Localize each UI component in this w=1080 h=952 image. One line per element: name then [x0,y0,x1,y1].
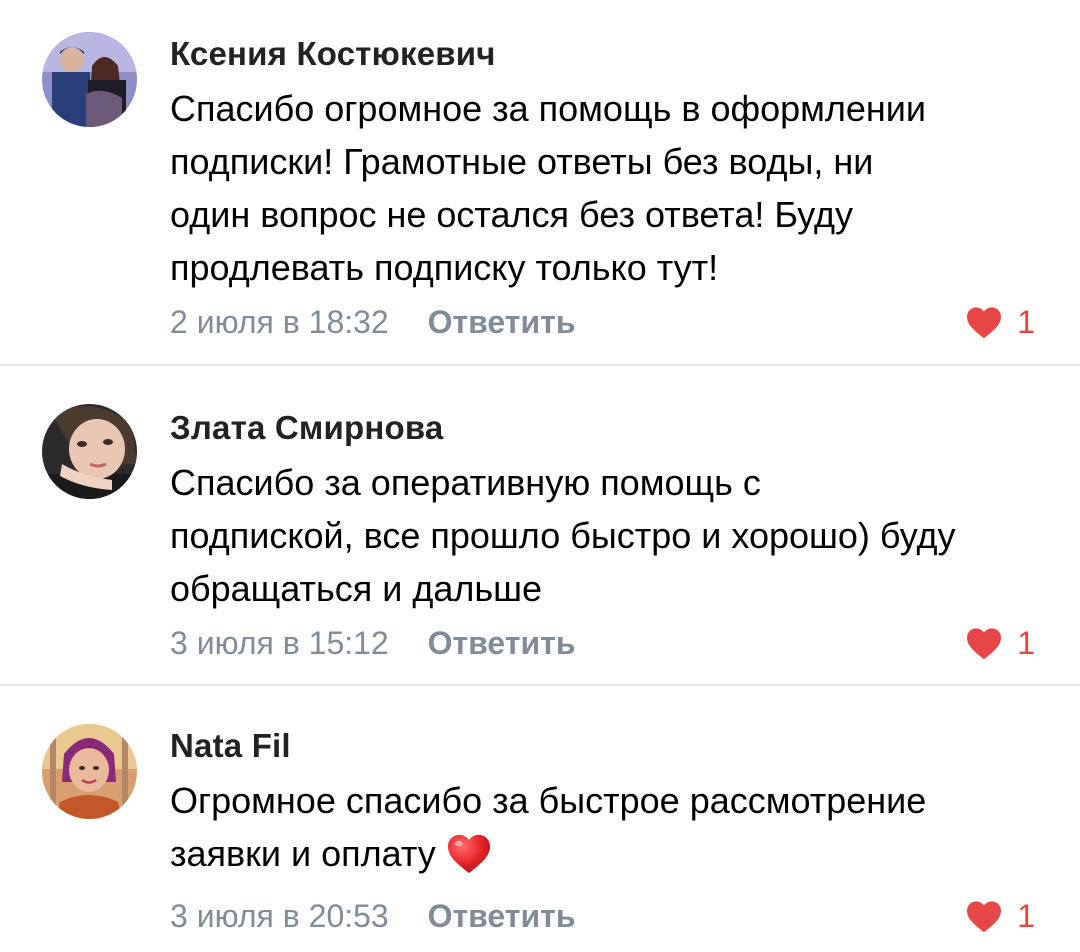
comments-list: Ксения Костюкевич Спасибо огромное за по… [0,0,1080,952]
comment-text-line: подписки! Грамотные ответы без воды, ни [170,141,874,182]
comment-item: Nata Fil Огромное спасибо за быстрое рас… [0,686,1080,952]
comment-text-line: продлевать подписку только тут! [170,247,719,288]
like-count: 1 [1017,304,1035,340]
avatar[interactable] [42,32,137,127]
like-count: 1 [1017,625,1035,661]
comment-author[interactable]: Nata Fil [170,724,1040,768]
red-heart-emoji-icon [447,834,490,874]
like-button[interactable]: 1 [965,894,1035,938]
comment-date[interactable]: 2 июля в 18:32 [170,304,389,340]
avatar[interactable] [42,724,137,819]
comment-item: Злата Смирнова Спасибо за оперативную по… [0,366,1080,686]
comment-text: Спасибо за оперативную помощь с подписко… [170,456,1040,615]
reply-button[interactable]: Ответить [428,625,576,661]
comment-item: Ксения Костюкевич Спасибо огромное за по… [0,0,1080,366]
comment-text-line: Огромное спасибо за быстрое рассмотрение [170,780,927,821]
avatar-photo [42,724,137,819]
comment-text-line: один вопрос не остался без ответа! Буду [170,194,854,235]
heart-icon [967,307,1002,339]
comment-text-line-with-emoji: заявки и оплату [170,827,1040,888]
comment-date[interactable]: 3 июля в 20:53 [170,898,389,934]
comment-meta: 3 июля в 20:53 Ответить 1 [170,894,1040,938]
reply-button[interactable]: Ответить [428,304,576,340]
comment-text-line: подпиской, все прошло быстро и хорошо) б… [170,515,956,556]
comment-author[interactable]: Злата Смирнова [170,406,1040,450]
like-button[interactable]: 1 [965,621,1035,665]
avatar[interactable] [42,404,137,499]
comment-text-line: Спасибо за оперативную помощь с [170,462,761,503]
comment-text: Огромное спасибо за быстрое рассмотрение… [170,774,1040,888]
comment-text-line: заявки и оплату [170,833,436,874]
like-count: 1 [1017,898,1035,934]
red-heart-emoji [446,832,492,888]
heart-icon [967,901,1002,933]
avatar-photo [42,32,137,127]
like-button[interactable]: 1 [965,300,1035,344]
reply-button[interactable]: Ответить [428,898,576,934]
comment-meta: 3 июля в 15:12 Ответить 1 [170,621,1040,665]
comment-text: Спасибо огромное за помощь в оформлении … [170,82,1040,294]
comment-text-line: Спасибо огромное за помощь в оформлении [170,88,927,129]
heart-icon [967,628,1002,660]
comment-author[interactable]: Ксения Костюкевич [170,32,1040,76]
comment-meta: 2 июля в 18:32 Ответить 1 [170,300,1040,344]
avatar-photo [42,404,137,499]
comment-text-line: обращаться и дальше [170,568,543,609]
comment-date[interactable]: 3 июля в 15:12 [170,625,389,661]
